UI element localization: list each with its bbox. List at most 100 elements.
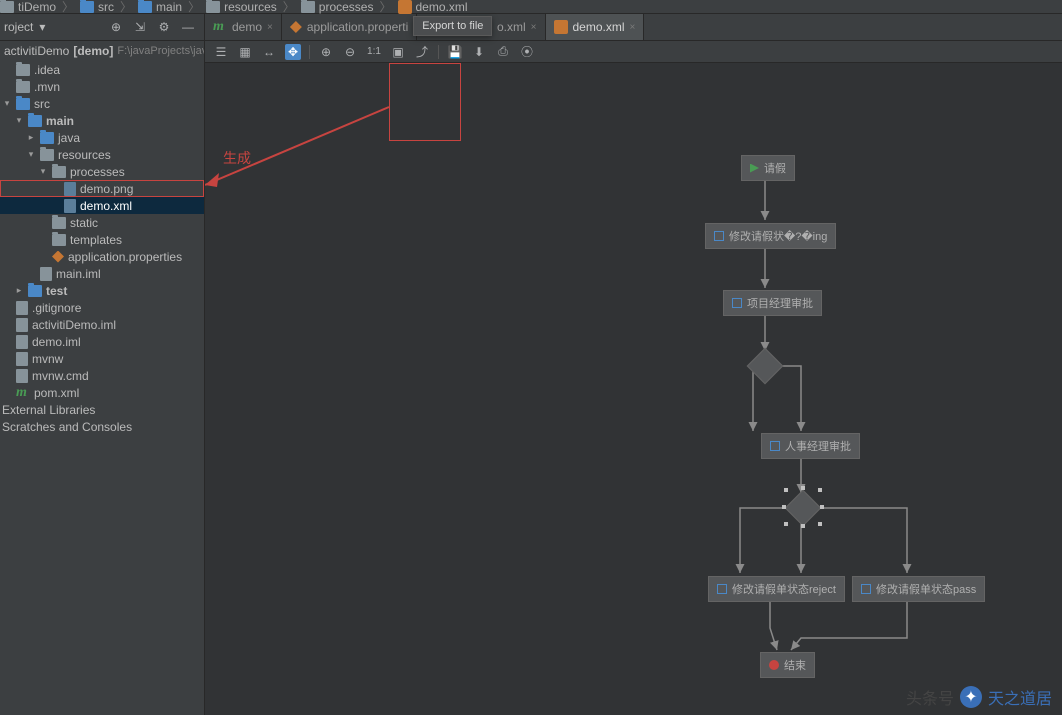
tree-node-static[interactable]: ▸static — [0, 214, 204, 231]
user-task-icon — [714, 231, 724, 241]
dropdown-icon[interactable]: ▾ — [39, 20, 45, 34]
close-icon[interactable]: × — [531, 22, 537, 33]
folder-icon — [28, 285, 42, 297]
breadcrumb-item[interactable]: main — [138, 0, 182, 14]
fit-icon[interactable]: ▣ — [390, 44, 406, 60]
tree-node-scratches[interactable]: Scratches and Consoles — [0, 418, 204, 435]
share-icon[interactable]: ⤴ — [414, 44, 430, 60]
flow-gateway-1[interactable] — [747, 348, 784, 385]
user-task-icon — [717, 584, 727, 594]
breadcrumb-sep: 〉 — [120, 0, 132, 15]
breadcrumb-bar: tiDemo 〉 src 〉 main 〉 resources 〉 proces… — [0, 0, 1062, 14]
tab-label: o.xml — [497, 20, 526, 34]
main-layout: activitiDemo [demo] F:\javaProjects\java… — [0, 41, 1062, 715]
user-task-icon — [732, 298, 742, 308]
flow-start-node[interactable]: 请假 — [741, 155, 795, 181]
tree-node-mvnw-cmd[interactable]: ▸mvnw.cmd — [0, 367, 204, 384]
tree-label: main.iml — [56, 267, 101, 281]
breadcrumb-item[interactable]: processes — [301, 0, 374, 14]
bpmn-canvas[interactable]: 生成 — [205, 63, 1062, 715]
properties-icon — [52, 251, 64, 263]
editor-tab-bar: m demo × application.properti Export to … — [205, 14, 1062, 40]
file-icon — [16, 318, 28, 332]
flow-task-pass[interactable]: 修改请假单状态pass — [852, 576, 985, 602]
watermark: 头条号 ✦ 天之道居 — [906, 685, 1052, 709]
tree-node-src[interactable]: ▾src — [0, 95, 204, 112]
minimize-icon[interactable]: — — [180, 19, 196, 35]
properties-icon — [290, 21, 302, 33]
toolbar-separator — [309, 45, 310, 59]
user-task-icon — [770, 441, 780, 451]
grid-icon[interactable]: ▦ — [237, 44, 253, 60]
tab-application-properties[interactable]: application.properti — [282, 14, 417, 40]
file-icon — [16, 335, 28, 349]
breadcrumb-label: resources — [224, 0, 277, 14]
breadcrumb-item[interactable]: src — [80, 0, 114, 14]
breadcrumb-item[interactable]: demo.xml — [398, 0, 468, 14]
breadcrumb-sep: 〉 — [188, 0, 200, 15]
record-icon[interactable]: ⦿ — [519, 44, 535, 60]
zoom-in-icon[interactable]: ⊕ — [318, 44, 334, 60]
tree-node-processes[interactable]: ▾processes — [0, 163, 204, 180]
node-label: 修改请假单状态reject — [732, 581, 836, 597]
tree-node-templates[interactable]: ▸templates — [0, 231, 204, 248]
flow-end-node[interactable]: 结束 — [760, 652, 815, 678]
select-mode-icon[interactable]: ✥ — [285, 44, 301, 60]
tree-node-application-properties[interactable]: ▸application.properties — [0, 248, 204, 265]
tree-node-activitidemo-iml[interactable]: ▸activitiDemo.iml — [0, 316, 204, 333]
align-icon[interactable]: ↔ — [261, 44, 277, 60]
layout-icon[interactable]: ☰ — [213, 44, 229, 60]
tab-label: application.properti — [307, 20, 408, 34]
tree-node-demo-png[interactable]: ▸demo.png — [0, 180, 204, 197]
folder-icon — [52, 234, 66, 246]
breadcrumb-item[interactable]: tiDemo — [0, 0, 56, 14]
print-icon[interactable]: ⎙ — [495, 44, 511, 60]
close-icon[interactable]: × — [630, 22, 636, 33]
tree-node-pom-xml[interactable]: ▸mpom.xml — [0, 384, 204, 401]
tree-label: .gitignore — [32, 301, 81, 315]
tree-label: mvnw.cmd — [32, 369, 89, 383]
maven-icon: m — [16, 386, 30, 400]
folder-icon — [301, 1, 315, 13]
tree-label: resources — [58, 148, 111, 162]
tree-label: pom.xml — [34, 386, 79, 400]
flow-task-modify-status-ing[interactable]: 修改请假状�?�ing — [705, 223, 836, 249]
zoom-actual-icon[interactable]: 1:1 — [366, 44, 382, 60]
flow-task-reject[interactable]: 修改请假单状态reject — [708, 576, 845, 602]
export-icon[interactable]: ⬇ — [471, 44, 487, 60]
breadcrumb-sep: 〉 — [379, 0, 391, 15]
zoom-out-icon[interactable]: ⊖ — [342, 44, 358, 60]
tree-node-idea[interactable]: ▸.idea — [0, 61, 204, 78]
tree-node-mvnw[interactable]: ▸mvnw — [0, 350, 204, 367]
user-task-icon — [861, 584, 871, 594]
folder-icon — [80, 1, 94, 13]
tree-root-module: [demo] — [73, 44, 113, 58]
project-tool-header[interactable]: roject ▾ ⊕ ⇲ ⚙ — — [0, 14, 205, 40]
breadcrumb-label: processes — [319, 0, 374, 14]
tree-node-demo-iml[interactable]: ▸demo.iml — [0, 333, 204, 350]
tree-node-java[interactable]: ▸java — [0, 129, 204, 146]
tree-node-mvn[interactable]: ▸.mvn — [0, 78, 204, 95]
target-icon[interactable]: ⊕ — [108, 19, 124, 35]
tree-root[interactable]: activitiDemo [demo] F:\javaProjects\java… — [0, 41, 204, 61]
flow-task-pm-approve[interactable]: 项目经理审批 — [723, 290, 822, 316]
tree-node-external-libraries[interactable]: External Libraries — [0, 401, 204, 418]
tree-node-resources[interactable]: ▾resources — [0, 146, 204, 163]
tree-label: demo.iml — [32, 335, 81, 349]
tree-root-path: F:\javaProjects\javawe — [117, 45, 205, 57]
flow-task-hr-approve[interactable]: 人事经理审批 — [761, 433, 860, 459]
tree-label: processes — [70, 165, 125, 179]
gear-icon[interactable]: ⚙ — [156, 19, 172, 35]
tree-node-main[interactable]: ▾main — [0, 112, 204, 129]
tree-node-demo-xml[interactable]: ▸demo.xml — [0, 197, 204, 214]
tab-o-xml[interactable]: Export to file Export to file o.xml × — [417, 14, 545, 40]
save-icon[interactable]: 💾 — [447, 44, 463, 60]
collapse-icon[interactable]: ⇲ — [132, 19, 148, 35]
breadcrumb-item[interactable]: resources — [206, 0, 277, 14]
tree-node-main-iml[interactable]: ▸main.iml — [0, 265, 204, 282]
tree-node-test[interactable]: ▸test — [0, 282, 204, 299]
tab-demo[interactable]: m demo × — [205, 14, 282, 40]
close-icon[interactable]: × — [267, 22, 273, 33]
tree-node-gitignore[interactable]: ▸.gitignore — [0, 299, 204, 316]
tab-demo-xml[interactable]: demo.xml × — [546, 14, 645, 40]
